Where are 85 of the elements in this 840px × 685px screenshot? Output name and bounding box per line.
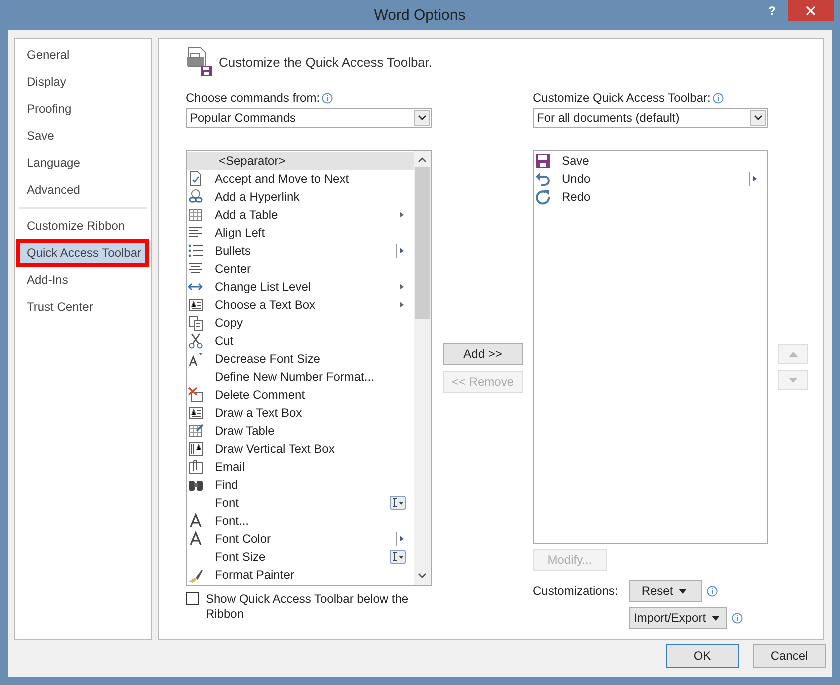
command-item[interactable]: Font Color [187,530,414,548]
command-item[interactable]: Cut [187,332,414,350]
cut-icon [188,333,204,349]
window-title: Word Options [374,6,466,24]
section-heading: Customize the Quick Access Toolbar. [219,54,433,70]
command-item[interactable]: Accept and Move to Next [187,170,414,188]
toolbar-dropdown[interactable]: For all documents (default) [533,108,768,128]
caret-icon [712,616,720,620]
sidebar-item[interactable]: Add-Ins [20,270,145,290]
command-item[interactable]: Format Painter [187,566,414,584]
scrollbar-thumb[interactable] [415,167,430,319]
command-item[interactable]: Find [187,476,414,494]
checkbox-label[interactable]: Show Quick Access Toolbar below the Ribbon [206,592,416,622]
font-picker-icon [390,550,406,564]
cancel-button[interactable]: Cancel [753,644,826,668]
command-item[interactable]: Font [187,494,414,512]
triangle-down-icon [788,378,798,382]
reset-button[interactable]: Reset [629,580,702,602]
command-item[interactable]: Decrease Font Size [187,350,414,368]
close-button[interactable] [788,0,834,21]
close-icon [806,6,816,16]
toolbar-item[interactable]: Save [534,152,767,170]
sidebar-item[interactable]: Quick Access Toolbar [20,243,145,263]
toolbar-settings-icon [186,47,214,77]
command-item[interactable]: Add a Table [187,206,414,224]
customizations-label: Customizations: [533,584,620,598]
triangle-up-icon [788,352,798,356]
command-item[interactable]: Choose a Text Box [187,296,414,314]
command-item[interactable]: Draw Table [187,422,414,440]
command-item[interactable]: Add a Hyperlink [187,188,414,206]
split-arrow-icon [396,532,406,546]
command-item[interactable]: Delete Comment [187,386,414,404]
sidebar-item[interactable]: General [20,45,145,65]
command-item[interactable]: Draw Vertical Text Box [187,440,414,458]
chevron-down-icon [754,115,762,121]
scrollbar[interactable] [414,151,431,585]
checkbox[interactable] [186,592,199,605]
command-item[interactable]: Font... [187,512,414,530]
bullets-icon [188,243,204,259]
caret-icon [679,588,688,594]
commands-dropdown[interactable]: Popular Commands [186,108,432,128]
letter-icon [188,513,204,529]
sidebar-item[interactable]: Display [20,72,145,92]
field-label: Customize Quick Access Toolbar: [533,91,711,105]
toolbar-item[interactable]: Undo [534,170,767,188]
letter-icon [188,531,204,547]
submenu-arrow-icon [398,211,406,219]
command-item[interactable]: Define New Number Format... [187,368,414,386]
redo-icon [535,189,551,205]
brush-icon [188,567,204,583]
info-icon[interactable] [712,92,724,104]
scroll-down-icon[interactable] [418,573,427,579]
scroll-up-icon[interactable] [418,157,427,163]
info-icon[interactable] [322,92,334,104]
import-export-button[interactable]: Import/Export [629,607,728,629]
command-item[interactable]: Change List Level [187,278,414,296]
info-icon[interactable] [732,612,744,624]
ok-button[interactable]: OK [666,644,739,668]
sidebar-item[interactable]: Proofing [20,99,145,119]
split-arrow-icon [749,172,759,186]
command-item[interactable]: Font Size [187,548,414,566]
sidebar-item[interactable]: Language [20,153,145,173]
command-item[interactable]: Copy [187,314,414,332]
command-item[interactable]: Align Left [187,224,414,242]
font-picker-icon [390,496,406,510]
sidebar-item[interactable]: Save [20,126,145,146]
sidebar-item[interactable]: Trust Center [20,297,145,317]
field-label: Choose commands from: [186,91,320,105]
info-icon[interactable] [707,586,718,596]
command-item[interactable]: Draw a Text Box [187,404,414,422]
command-item[interactable]: Center [187,260,414,278]
sidebar-item[interactable]: Customize Ribbon [20,216,145,236]
toolbar-item[interactable]: Redo [534,188,767,206]
submenu-arrow-icon [398,301,406,309]
split-arrow-icon [396,244,406,258]
link-icon [188,189,204,205]
letter-small-icon [188,351,204,367]
undo-icon [535,171,551,187]
command-item[interactable]: <Separator> [187,152,414,170]
sidebar-item[interactable]: Advanced [20,180,145,200]
chevron-down-icon [418,115,426,121]
command-item[interactable]: Bullets [187,242,414,260]
command-item[interactable]: Email [187,458,414,476]
add-button[interactable]: Add >> [443,343,523,365]
submenu-arrow-icon [398,283,406,291]
